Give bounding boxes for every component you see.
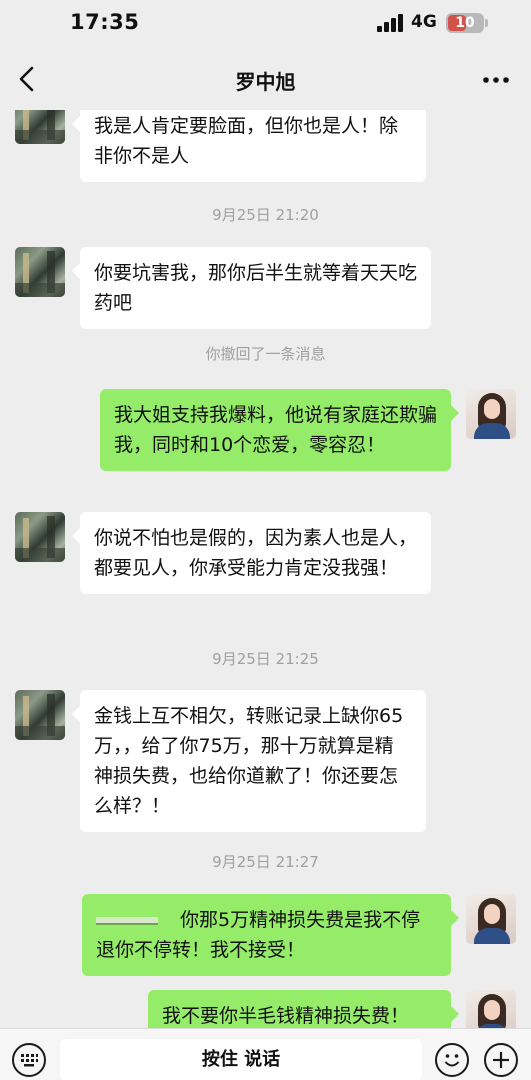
message-timestamp: 9月25日 21:25 xyxy=(212,650,319,668)
message-bubble-incoming[interactable]: 金钱上互不相欠，转账记录上缺你65万，，给了你75万，那十万就算是精神损失费，也… xyxy=(72,690,426,832)
more-horizontal-icon[interactable] xyxy=(480,70,512,90)
status-bar: 17:35 4G 10 xyxy=(0,0,531,48)
input-bar: 按住 说话 xyxy=(0,1028,531,1080)
emoji-icon[interactable] xyxy=(435,1043,469,1077)
keyboard-icon[interactable] xyxy=(12,1043,46,1077)
recall-notice: 你撤回了一条消息 xyxy=(205,345,326,363)
message-bubble-outgoing[interactable]: 我大姐支持我爆料，他说有家庭还欺骗我，同时和10个恋爱，零容忍！ xyxy=(100,389,459,471)
chat-area[interactable]: 我是人肯定要脸面，但你也是人！除非你不是人 9月25日 21:20 你要坑害我，… xyxy=(0,110,531,1040)
my-avatar[interactable] xyxy=(466,389,516,439)
contact-avatar[interactable] xyxy=(15,110,65,144)
redacted-mark xyxy=(96,916,158,925)
message-timestamp: 9月25日 21:20 xyxy=(212,206,319,224)
message-timestamp: 9月25日 21:27 xyxy=(212,853,319,871)
hold-to-talk-button[interactable]: 按住 说话 xyxy=(60,1039,422,1080)
network-type: 4G xyxy=(411,12,437,32)
battery-cap xyxy=(485,19,488,27)
message-bubble-incoming[interactable]: 我是人肯定要脸面，但你也是人！除非你不是人 xyxy=(72,110,426,182)
battery-icon: 10 xyxy=(446,13,484,33)
chat-title: 罗中旭 xyxy=(235,70,296,94)
contact-avatar[interactable] xyxy=(15,690,65,740)
signal-icon xyxy=(377,14,404,32)
message-bubble-incoming[interactable]: 你要坑害我，那你后半生就等着天天吃药吧 xyxy=(72,247,431,329)
contact-avatar[interactable] xyxy=(15,247,65,297)
message-bubble-incoming[interactable]: 你说不怕也是假的，因为素人也是人，都要见人，你承受能力肯定没我强！ xyxy=(72,512,431,594)
message-bubble-outgoing[interactable]: 你那5万精神损失费是我不停退你不停转！我不接受！ xyxy=(82,894,459,976)
contact-avatar[interactable] xyxy=(15,512,65,562)
my-avatar[interactable] xyxy=(466,894,516,944)
plus-icon[interactable] xyxy=(484,1043,518,1077)
nav-bar: 罗中旭 xyxy=(0,48,531,110)
status-time: 17:35 xyxy=(70,10,140,34)
battery-level: 10 xyxy=(455,15,475,31)
